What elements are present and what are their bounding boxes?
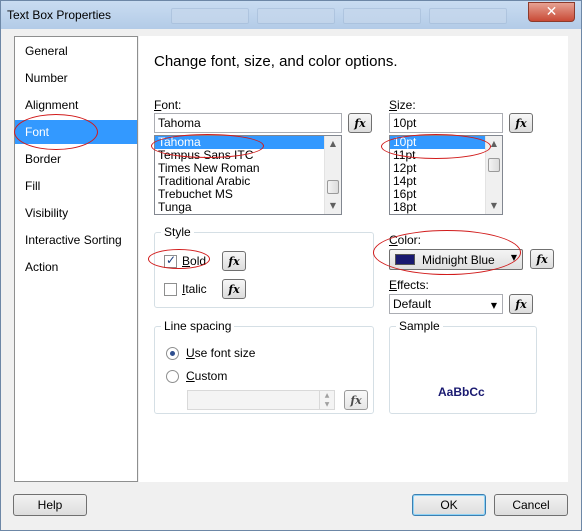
radio-selected-dot (170, 351, 175, 356)
scroll-up-icon[interactable]: ▲ (325, 136, 341, 152)
function-icon: fx (515, 297, 527, 311)
color-swatch (395, 254, 415, 265)
close-icon: ✕ (545, 4, 558, 20)
sidebar-item-alignment[interactable]: Alignment (15, 93, 137, 117)
sample-preview-text: AaBbCc (438, 385, 485, 399)
scroll-up-icon[interactable]: ▲ (486, 136, 502, 152)
function-icon: fx (228, 254, 240, 268)
spin-down-icon[interactable]: ▼ (320, 400, 334, 409)
italic-checkbox[interactable] (164, 283, 177, 296)
sample-group-title: Sample (396, 319, 443, 333)
italic-label[interactable]: Italic (182, 282, 207, 296)
sidebar-item-action[interactable]: Action (15, 255, 137, 279)
chevron-down-icon: ▼ (510, 253, 517, 262)
size-label: Size: (389, 98, 416, 112)
size-input[interactable]: 10pt (389, 113, 503, 133)
background-tab (343, 8, 421, 24)
sidebar-item-interactive-sorting[interactable]: Interactive Sorting (15, 228, 137, 252)
color-expression-button[interactable]: fx (530, 249, 554, 269)
sidebar-item-general[interactable]: General (15, 39, 137, 63)
style-group: Style ✓ Bold fx Italic fx (154, 225, 374, 308)
scroll-thumb[interactable] (488, 158, 500, 172)
spin-up-icon[interactable]: ▲ (320, 391, 334, 400)
cancel-button[interactable]: Cancel (494, 494, 568, 516)
scroll-down-icon[interactable]: ▼ (486, 198, 502, 214)
sidebar-nav: General Number Alignment Font Border Fil… (14, 36, 138, 482)
bold-checkbox[interactable]: ✓ (164, 253, 177, 268)
italic-expression-button[interactable]: fx (222, 279, 246, 299)
background-tab (429, 8, 507, 24)
size-list[interactable]: 10pt 11pt 12pt 14pt 16pt 18pt ▲ ▼ (389, 135, 503, 215)
spinner-buttons[interactable]: ▲ ▼ (319, 391, 334, 409)
use-font-size-label[interactable]: Use font size (186, 346, 255, 360)
text-box-properties-dialog: Text Box Properties ✕ General Number Ali… (0, 0, 582, 531)
function-icon: fx (536, 252, 548, 266)
function-icon: fx (228, 282, 240, 296)
color-value: Midnight Blue (422, 253, 495, 267)
custom-spacing-spinner[interactable]: ▲ ▼ (187, 390, 335, 410)
font-input[interactable]: Tahoma (154, 113, 342, 133)
bold-expression-button[interactable]: fx (222, 251, 246, 271)
page-title: Change font, size, and color options. (154, 53, 398, 70)
effects-label: Effects: (389, 278, 429, 292)
font-page: Change font, size, and color options. Fo… (139, 36, 568, 482)
spacing-expression-button[interactable]: fx (344, 390, 368, 410)
dialog-client: General Number Alignment Font Border Fil… (7, 29, 575, 525)
effects-value: Default (393, 297, 432, 311)
color-label: Color: (389, 233, 422, 247)
background-tab (171, 8, 249, 24)
line-spacing-group: Line spacing Use font size Custom ▲ ▼ fx (154, 319, 374, 414)
font-list-scrollbar[interactable]: ▲ ▼ (324, 136, 341, 214)
use-font-size-radio[interactable] (166, 347, 179, 360)
size-list-scrollbar[interactable]: ▲ ▼ (485, 136, 502, 214)
help-button[interactable]: Help (13, 494, 87, 516)
style-group-title: Style (161, 225, 194, 239)
sidebar-item-visibility[interactable]: Visibility (15, 201, 137, 225)
bold-label[interactable]: Bold (182, 254, 206, 268)
title-bar[interactable]: Text Box Properties ✕ (1, 1, 581, 29)
effects-expression-button[interactable]: fx (509, 294, 533, 314)
check-icon: ✓ (166, 253, 177, 267)
effects-dropdown[interactable]: Default ▼ (389, 294, 503, 314)
window-title: Text Box Properties (7, 8, 112, 22)
sidebar-item-fill[interactable]: Fill (15, 174, 137, 198)
scroll-down-icon[interactable]: ▼ (325, 198, 341, 214)
function-icon: fx (354, 116, 366, 130)
size-expression-button[interactable]: fx (509, 113, 533, 133)
custom-radio[interactable] (166, 370, 179, 383)
scroll-thumb[interactable] (327, 180, 339, 194)
list-item[interactable]: Tunga (155, 201, 341, 214)
custom-label[interactable]: Custom (186, 369, 227, 383)
color-dropdown[interactable]: Midnight Blue ▼ (389, 249, 523, 270)
font-list[interactable]: Tahoma Tempus Sans ITC Times New Roman T… (154, 135, 342, 215)
function-icon: fx (515, 116, 527, 130)
line-spacing-group-title: Line spacing (161, 319, 235, 333)
background-tabs (171, 8, 507, 24)
background-tab (257, 8, 335, 24)
sidebar-item-font[interactable]: Font (15, 120, 137, 144)
font-label: Font: (154, 98, 182, 112)
font-expression-button[interactable]: fx (348, 113, 372, 133)
sidebar-item-border[interactable]: Border (15, 147, 137, 171)
sidebar-item-number[interactable]: Number (15, 66, 137, 90)
chevron-down-icon: ▼ (490, 301, 497, 310)
sample-group: Sample AaBbCc (389, 319, 537, 414)
ok-button[interactable]: OK (412, 494, 486, 516)
close-button[interactable]: ✕ (528, 2, 575, 22)
function-icon: fx (350, 393, 362, 407)
